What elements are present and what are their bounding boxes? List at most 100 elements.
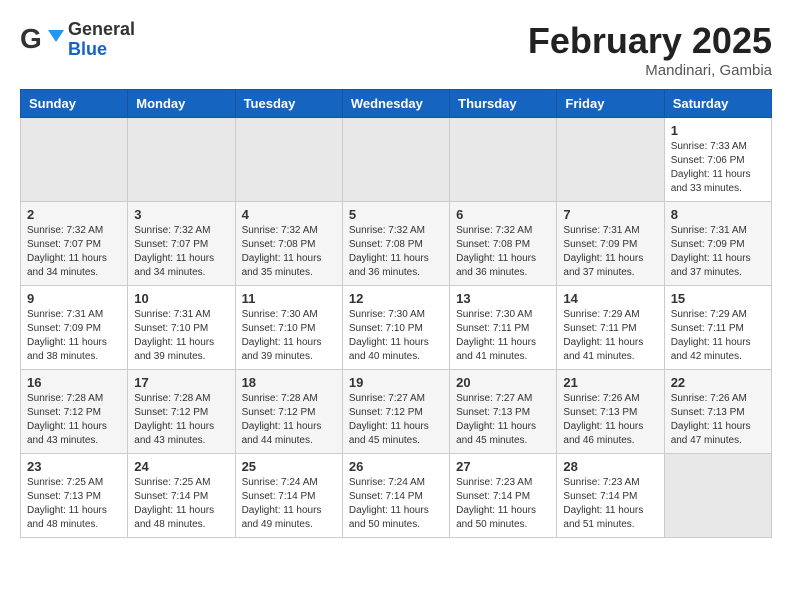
weekday-header-sunday: Sunday [21, 90, 128, 118]
calendar-week-row: 2 Sunrise: 7:32 AM Sunset: 7:07 PM Daylig… [21, 202, 772, 286]
day-info: Sunrise: 7:31 AM Sunset: 7:09 PM Dayligh… [563, 224, 657, 280]
calendar-cell: 2Sunrise: 7:32 AM Sunset: 7:07 PM Daylig… [21, 202, 128, 286]
day-number: 28 [563, 459, 657, 474]
day-info: Sunrise: 7:31 AM Sunset: 7:09 PM Dayligh… [27, 308, 121, 364]
day-info: Sunrise: 7:23 AM Sunset: 7:14 PM Dayligh… [456, 476, 550, 532]
day-info: Sunrise: 7:32 AM Sunset: 7:08 PM Dayligh… [242, 224, 336, 280]
calendar-cell: 21 Sunrise: 7:26 AM Sunset: 7:13 PM Dayli… [557, 370, 664, 454]
calendar-cell: 28Sunrise: 7:23 AM Sunset: 7:14 PM Dayli… [557, 454, 664, 538]
day-number: 11 [242, 291, 336, 306]
weekday-header-friday: Friday [557, 90, 664, 118]
calendar-cell [128, 118, 235, 202]
calendar-cell: 11 Sunrise: 7:30 AM Sunset: 7:10 PM Dayli… [235, 286, 342, 370]
calendar-cell: 12 Sunrise: 7:30 AM Sunset: 7:10 PM Dayli… [342, 286, 449, 370]
day-number: 23 [27, 459, 121, 474]
day-info: Sunrise: 7:28 AM Sunset: 7:12 PM Dayligh… [134, 392, 228, 448]
calendar-cell: 27 Sunrise: 7:23 AM Sunset: 7:14 PM Dayli… [450, 454, 557, 538]
logo: G General Blue [20, 20, 135, 60]
day-info: Sunrise: 7:31 AM Sunset: 7:09 PM Dayligh… [671, 224, 765, 280]
day-number: 16 [27, 375, 121, 390]
day-info: Sunrise: 7:30 AM Sunset: 7:10 PM Dayligh… [242, 308, 336, 364]
logo-icon: G [20, 22, 64, 58]
day-info: Sunrise: 7:29 AM Sunset: 7:11 PM Dayligh… [671, 308, 765, 364]
day-number: 20 [456, 375, 550, 390]
calendar-week-row: 23Sunrise: 7:25 AM Sunset: 7:13 PM Dayli… [21, 454, 772, 538]
calendar-cell: 8 Sunrise: 7:31 AM Sunset: 7:09 PM Daylig… [664, 202, 771, 286]
title-block: February 2025 Mandinari, Gambia [528, 20, 772, 79]
calendar-cell: 23Sunrise: 7:25 AM Sunset: 7:13 PM Dayli… [21, 454, 128, 538]
calendar-table: SundayMondayTuesdayWednesdayThursdayFrid… [20, 89, 772, 538]
calendar-week-row: 1Sunrise: 7:33 AM Sunset: 7:06 PM Daylig… [21, 118, 772, 202]
calendar-cell: 25 Sunrise: 7:24 AM Sunset: 7:14 PM Dayli… [235, 454, 342, 538]
calendar-cell [664, 454, 771, 538]
logo-blue: Blue [68, 40, 135, 60]
day-info: Sunrise: 7:32 AM Sunset: 7:07 PM Dayligh… [134, 224, 228, 280]
day-number: 8 [671, 207, 765, 222]
calendar-cell: 14 Sunrise: 7:29 AM Sunset: 7:11 PM Dayli… [557, 286, 664, 370]
calendar-cell: 7 Sunrise: 7:31 AM Sunset: 7:09 PM Daylig… [557, 202, 664, 286]
calendar-cell: 5 Sunrise: 7:32 AM Sunset: 7:08 PM Daylig… [342, 202, 449, 286]
day-number: 21 [563, 375, 657, 390]
day-number: 5 [349, 207, 443, 222]
day-number: 6 [456, 207, 550, 222]
calendar-cell: 10 Sunrise: 7:31 AM Sunset: 7:10 PM Dayli… [128, 286, 235, 370]
day-number: 2 [27, 207, 121, 222]
calendar-cell: 22 Sunrise: 7:26 AM Sunset: 7:13 PM Dayli… [664, 370, 771, 454]
calendar-subtitle: Mandinari, Gambia [528, 62, 772, 79]
calendar-header: SundayMondayTuesdayWednesdayThursdayFrid… [21, 90, 772, 118]
calendar-cell: 4Sunrise: 7:32 AM Sunset: 7:08 PM Daylig… [235, 202, 342, 286]
day-info: Sunrise: 7:32 AM Sunset: 7:08 PM Dayligh… [349, 224, 443, 280]
day-number: 14 [563, 291, 657, 306]
day-number: 18 [242, 375, 336, 390]
day-number: 25 [242, 459, 336, 474]
day-info: Sunrise: 7:31 AM Sunset: 7:10 PM Dayligh… [134, 308, 228, 364]
day-info: Sunrise: 7:27 AM Sunset: 7:12 PM Dayligh… [349, 392, 443, 448]
day-info: Sunrise: 7:30 AM Sunset: 7:11 PM Dayligh… [456, 308, 550, 364]
calendar-cell: 16Sunrise: 7:28 AM Sunset: 7:12 PM Dayli… [21, 370, 128, 454]
calendar-cell: 20 Sunrise: 7:27 AM Sunset: 7:13 PM Dayli… [450, 370, 557, 454]
calendar-cell: 15 Sunrise: 7:29 AM Sunset: 7:11 PM Dayli… [664, 286, 771, 370]
page-header: G General Blue February 2025 Mandinari, … [20, 20, 772, 79]
day-number: 12 [349, 291, 443, 306]
day-info: Sunrise: 7:24 AM Sunset: 7:14 PM Dayligh… [349, 476, 443, 532]
day-number: 19 [349, 375, 443, 390]
calendar-title: February 2025 [528, 20, 772, 62]
day-info: Sunrise: 7:26 AM Sunset: 7:13 PM Dayligh… [563, 392, 657, 448]
day-info: Sunrise: 7:28 AM Sunset: 7:12 PM Dayligh… [242, 392, 336, 448]
calendar-cell: 1Sunrise: 7:33 AM Sunset: 7:06 PM Daylig… [664, 118, 771, 202]
day-number: 13 [456, 291, 550, 306]
calendar-week-row: 16 Sunrise: 7:28 AM Sunset: 7:12 PM Dayli… [21, 370, 772, 454]
calendar-cell [235, 118, 342, 202]
day-number: 1 [671, 123, 765, 138]
calendar-cell: 19 Sunrise: 7:27 AM Sunset: 7:12 PM Dayli… [342, 370, 449, 454]
calendar-cell: 3Sunrise: 7:32 AM Sunset: 7:07 PM Daylig… [128, 202, 235, 286]
day-info: Sunrise: 7:26 AM Sunset: 7:13 PM Dayligh… [671, 392, 765, 448]
day-number: 27 [456, 459, 550, 474]
day-info: Sunrise: 7:25 AM Sunset: 7:14 PM Dayligh… [134, 476, 228, 532]
weekday-header-wednesday: Wednesday [342, 90, 449, 118]
weekday-header-saturday: Saturday [664, 90, 771, 118]
day-number: 22 [671, 375, 765, 390]
weekday-header-row: SundayMondayTuesdayWednesdayThursdayFrid… [21, 90, 772, 118]
calendar-cell: 24 Sunrise: 7:25 AM Sunset: 7:14 PM Dayli… [128, 454, 235, 538]
weekday-header-tuesday: Tuesday [235, 90, 342, 118]
day-info: Sunrise: 7:27 AM Sunset: 7:13 PM Dayligh… [456, 392, 550, 448]
weekday-header-monday: Monday [128, 90, 235, 118]
day-info: Sunrise: 7:29 AM Sunset: 7:11 PM Dayligh… [563, 308, 657, 364]
day-number: 9 [27, 291, 121, 306]
day-number: 26 [349, 459, 443, 474]
day-info: Sunrise: 7:30 AM Sunset: 7:10 PM Dayligh… [349, 308, 443, 364]
calendar-cell: 26 Sunrise: 7:24 AM Sunset: 7:14 PM Dayli… [342, 454, 449, 538]
calendar-cell: 13 Sunrise: 7:30 AM Sunset: 7:11 PM Dayli… [450, 286, 557, 370]
calendar-cell: 6 Sunrise: 7:32 AM Sunset: 7:08 PM Daylig… [450, 202, 557, 286]
calendar-cell [450, 118, 557, 202]
day-number: 17 [134, 375, 228, 390]
calendar-cell: 18 Sunrise: 7:28 AM Sunset: 7:12 PM Dayli… [235, 370, 342, 454]
day-number: 24 [134, 459, 228, 474]
day-number: 7 [563, 207, 657, 222]
day-number: 15 [671, 291, 765, 306]
day-info: Sunrise: 7:32 AM Sunset: 7:08 PM Dayligh… [456, 224, 550, 280]
day-info: Sunrise: 7:24 AM Sunset: 7:14 PM Dayligh… [242, 476, 336, 532]
day-number: 10 [134, 291, 228, 306]
logo-general: General [68, 20, 135, 40]
